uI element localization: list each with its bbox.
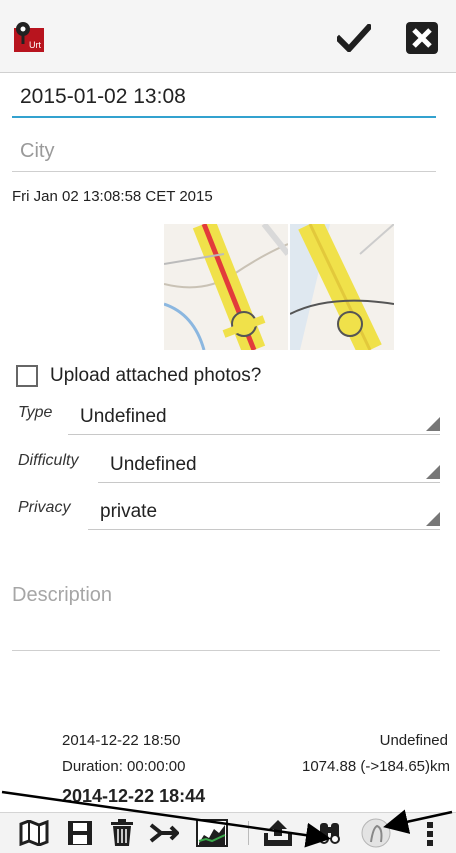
avatar-icon[interactable]	[360, 817, 392, 849]
upload-photos-label: Upload attached photos?	[50, 365, 262, 386]
privacy-value: private	[100, 501, 158, 522]
timestamp-text: Fri Jan 02 13:08:58 CET 2015	[12, 188, 213, 205]
overflow-menu-icon[interactable]	[414, 817, 446, 849]
track-type: Undefined	[379, 732, 448, 749]
track-duration: Duration: 00:00:00	[62, 758, 186, 775]
map-icon[interactable]	[18, 817, 50, 849]
city-field[interactable]	[12, 132, 436, 172]
app-icon[interactable]: Urt	[12, 20, 46, 54]
privacy-label: Privacy	[18, 499, 71, 516]
track-name-field[interactable]	[12, 78, 436, 118]
description-placeholder: Description	[12, 584, 113, 606]
track-date: 2014-12-22 18:44	[62, 786, 206, 806]
map-thumbnail-2[interactable]	[290, 224, 394, 350]
difficulty-spinner[interactable]: Undefined	[98, 446, 440, 483]
track-list[interactable]: 2014-12-22 18:50 Undefined Duration: 00:…	[0, 728, 456, 810]
search-icon[interactable]	[316, 817, 348, 849]
privacy-spinner[interactable]: private	[88, 493, 440, 530]
difficulty-label: Difficulty	[18, 452, 79, 469]
top-action-bar: Urt	[0, 0, 456, 73]
upload-icon[interactable]	[262, 817, 294, 849]
toolbar-divider	[248, 821, 249, 845]
type-label: Type	[18, 404, 53, 421]
difficulty-value: Undefined	[110, 454, 197, 475]
chart-icon[interactable]	[196, 817, 228, 849]
track-distance: 1074.88 (->184.65)km	[301, 758, 450, 775]
bottom-toolbar	[0, 812, 456, 853]
close-button[interactable]	[402, 18, 442, 58]
check-icon	[337, 24, 371, 52]
svg-text:Urt: Urt	[29, 40, 41, 50]
upload-photos-checkbox[interactable]	[16, 365, 38, 387]
dropdown-arrow-icon	[426, 417, 440, 431]
map-thumbnail-1[interactable]	[164, 224, 288, 350]
dropdown-arrow-icon	[426, 465, 440, 479]
upload-photos-row[interactable]: Upload attached photos?	[16, 358, 261, 394]
dropdown-arrow-icon	[426, 512, 440, 526]
type-value: Undefined	[80, 406, 167, 427]
description-field[interactable]: Description	[12, 578, 440, 651]
track-date: 2014-12-22 18:50	[62, 732, 181, 749]
trash-icon[interactable]	[106, 817, 138, 849]
type-spinner[interactable]: Undefined	[68, 398, 440, 435]
save-icon[interactable]	[64, 817, 96, 849]
confirm-button[interactable]	[334, 20, 374, 56]
join-icon[interactable]	[148, 817, 180, 849]
close-icon	[406, 22, 438, 54]
